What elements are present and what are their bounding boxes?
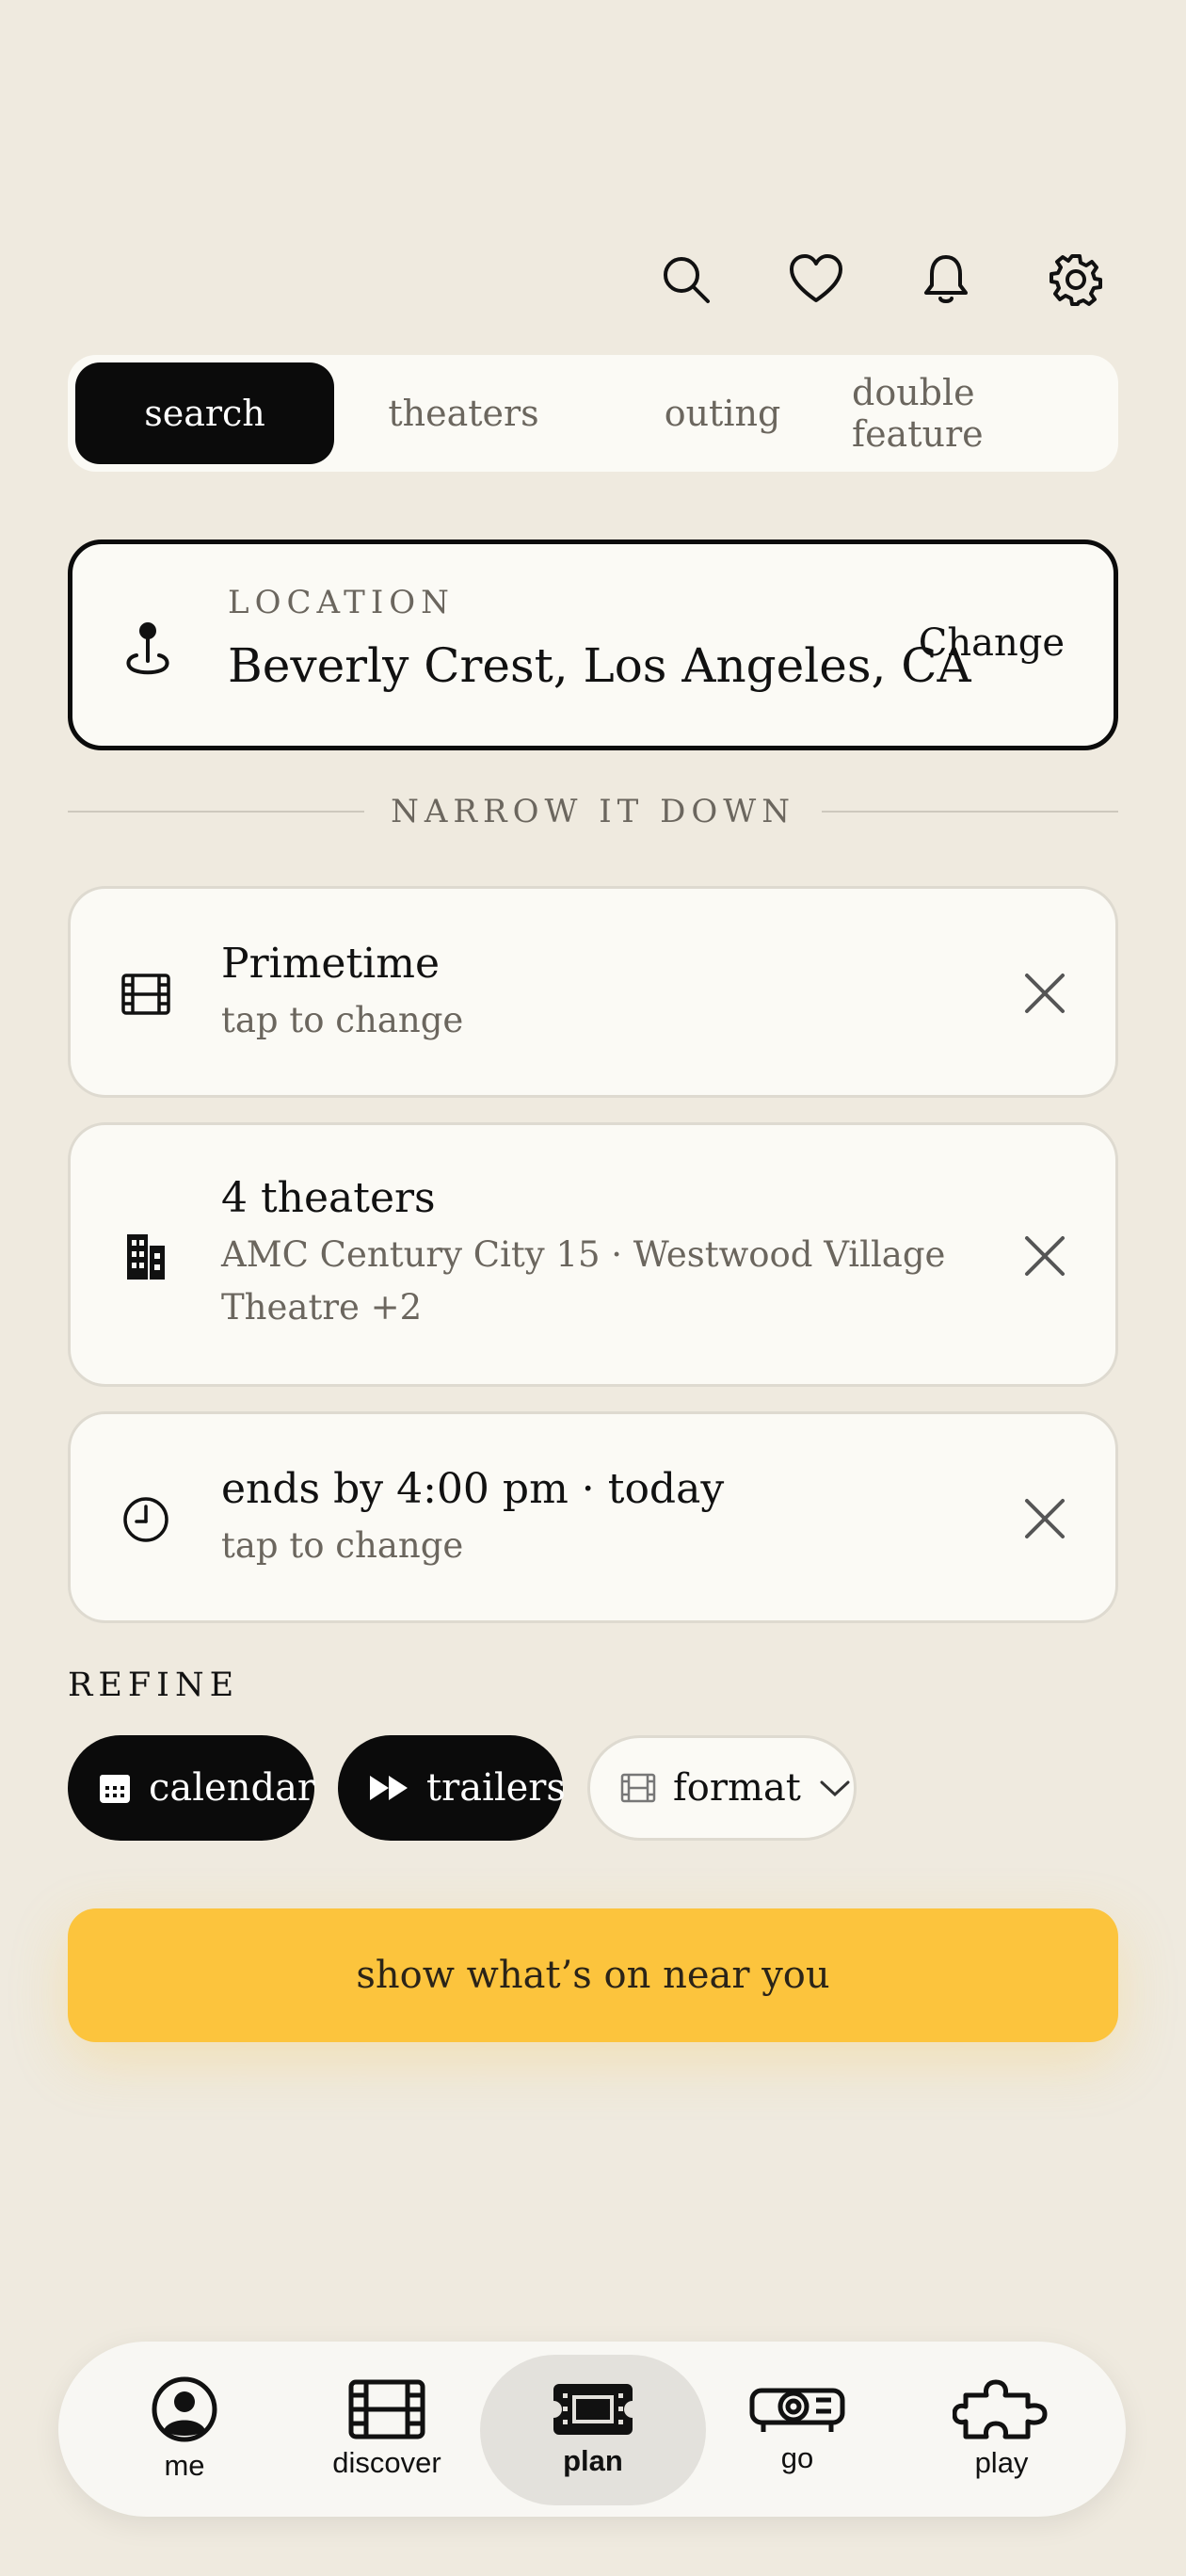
nav-label: me <box>164 2449 205 2482</box>
tab-theaters[interactable]: theaters <box>334 362 593 464</box>
chip-label: format <box>673 1766 801 1810</box>
map-pin-icon <box>126 622 169 675</box>
bell-icon[interactable] <box>913 247 979 313</box>
tab-double-feature[interactable]: double feature <box>852 362 1111 464</box>
narrow-label: NARROW IT DOWN <box>391 793 795 830</box>
nav-label: discover <box>332 2446 441 2479</box>
film-strip-icon <box>348 2379 425 2439</box>
nav-item-plan[interactable]: plan <box>499 2342 687 2517</box>
chip-label: calendar <box>149 1766 316 1810</box>
nav-label: play <box>974 2446 1029 2479</box>
nav-item-go[interactable]: go <box>703 2342 891 2517</box>
nav-label: plan <box>563 2444 623 2477</box>
filter-title: 4 theaters <box>221 1174 436 1222</box>
projector-icon <box>749 2388 845 2432</box>
filter-title: ends by 4:00 pm · today <box>221 1465 725 1513</box>
nav-item-play[interactable]: play <box>907 2342 1096 2517</box>
filter-card-theaters[interactable]: 4 theaters AMC Century City 15 · Westwoo… <box>68 1122 1118 1387</box>
chip-calendar[interactable]: calendar <box>68 1735 316 1841</box>
close-icon[interactable] <box>1019 968 1070 1019</box>
close-icon[interactable] <box>1019 1231 1070 1281</box>
search-icon[interactable] <box>653 247 719 313</box>
chevron-down-icon <box>820 1780 850 1797</box>
tab-search[interactable]: search <box>75 362 334 464</box>
refine-label: REFINE <box>68 1666 240 1704</box>
tab-outing[interactable]: outing <box>593 362 852 464</box>
person-icon <box>152 2376 217 2442</box>
narrow-divider: NARROW IT DOWN <box>68 793 1119 830</box>
chip-format[interactable]: format <box>587 1735 857 1841</box>
heart-icon[interactable] <box>783 247 849 313</box>
gear-icon[interactable] <box>1043 247 1109 313</box>
filter-subtitle: AMC Century City 15 · Westwood Village T… <box>221 1234 946 1328</box>
mode-tabs: search theaters outing double feature <box>68 355 1118 472</box>
ticket-icon <box>553 2384 633 2435</box>
nav-item-discover[interactable]: discover <box>293 2342 481 2517</box>
clock-icon <box>123 1497 168 1542</box>
fast-forward-icon <box>370 1776 408 1800</box>
filter-title: Primetime <box>221 940 440 988</box>
close-icon[interactable] <box>1019 1493 1070 1544</box>
puzzle-icon <box>953 2379 1048 2439</box>
film-icon <box>620 1773 656 1803</box>
nav-item-me[interactable]: me <box>90 2342 279 2517</box>
filter-subtitle: tap to change <box>221 1525 464 1566</box>
building-icon <box>127 1234 165 1280</box>
location-card[interactable]: LOCATION Beverly Crest, Los Angeles, CA … <box>68 539 1118 750</box>
filter-card-time[interactable]: ends by 4:00 pm · today tap to change <box>68 1411 1118 1623</box>
location-value: Beverly Crest, Los Angeles, CA <box>228 638 971 693</box>
change-location-button[interactable]: Change <box>919 621 1065 665</box>
film-icon <box>121 974 170 1015</box>
bottom-nav: me discover plan go play <box>58 2342 1126 2517</box>
show-nearby-button[interactable]: show what’s on near you <box>68 1908 1118 2042</box>
chip-label: trailers <box>426 1766 566 1810</box>
filter-card-showtime[interactable]: Primetime tap to change <box>68 886 1118 1098</box>
nav-label: go <box>780 2441 814 2474</box>
filter-subtitle: tap to change <box>221 1000 464 1040</box>
location-label: LOCATION <box>228 584 455 621</box>
calendar-icon <box>100 1775 130 1803</box>
chip-trailers[interactable]: trailers <box>338 1735 566 1841</box>
